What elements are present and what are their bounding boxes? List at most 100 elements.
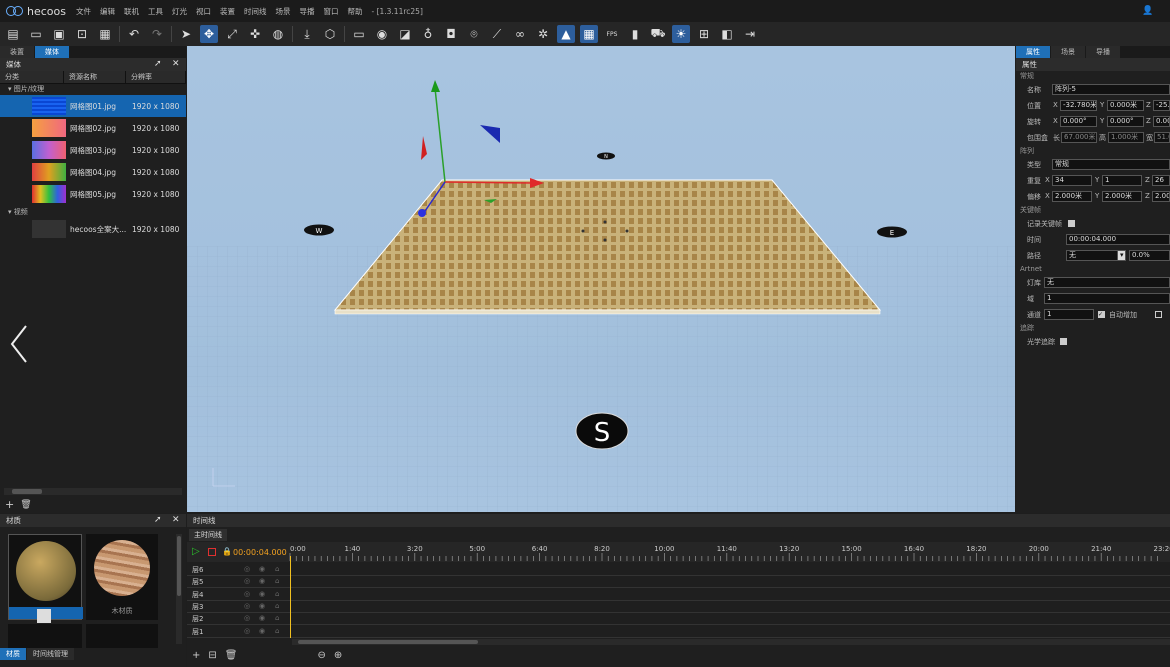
menu-timeline[interactable]: 时间线 bbox=[244, 6, 267, 17]
channel-field[interactable]: 1 bbox=[1044, 309, 1094, 320]
close-icon[interactable]: ✕ bbox=[172, 59, 180, 69]
time-ruler[interactable]: 0:00 1:40 3:20 5:00 6:40 8:20 10:00 11:40 13:20 1… bbox=[288, 542, 1170, 562]
ruler-icon[interactable]: ⟋ bbox=[488, 25, 506, 43]
list-item[interactable]: 网格图03.jpg 1920 x 1080 bbox=[0, 139, 186, 161]
lock-icon[interactable]: ⌂ bbox=[275, 565, 279, 573]
zoom-in-icon[interactable]: ⊕ bbox=[334, 650, 342, 661]
eye-icon[interactable]: ◉ bbox=[259, 614, 265, 622]
cube-icon[interactable]: ⬡ bbox=[321, 25, 339, 43]
play-icon[interactable]: ▷ bbox=[192, 546, 200, 557]
lock-icon[interactable]: ⌂ bbox=[275, 627, 279, 635]
open-icon[interactable]: ▭ bbox=[27, 25, 45, 43]
repeat-z-field[interactable]: 26 bbox=[1152, 175, 1170, 186]
export-icon[interactable]: ⇥ bbox=[741, 25, 759, 43]
eye-icon[interactable]: ◉ bbox=[259, 602, 265, 610]
lock-icon[interactable]: ⌂ bbox=[275, 590, 279, 598]
trash-icon[interactable]: 🗑 bbox=[225, 650, 238, 661]
layer-settings-icon[interactable]: ⊟ bbox=[208, 650, 216, 661]
position-x-field[interactable]: -32.780米 bbox=[1060, 100, 1097, 111]
eye-icon[interactable]: ◉ bbox=[259, 565, 265, 573]
position-z-field[interactable]: -25.5 bbox=[1153, 100, 1170, 111]
repeat-y-field[interactable]: 1 bbox=[1102, 175, 1142, 186]
playhead[interactable] bbox=[290, 556, 291, 638]
position-y-field[interactable]: 0.000米 bbox=[1107, 100, 1144, 111]
grid-icon[interactable]: ▦ bbox=[580, 25, 598, 43]
rotation-y-field[interactable]: 0.000° bbox=[1107, 116, 1144, 127]
tab-material[interactable]: 材质 bbox=[0, 648, 26, 660]
tab-scene[interactable]: 场景 bbox=[1051, 46, 1085, 58]
name-field[interactable]: 阵列-5 bbox=[1052, 84, 1170, 95]
material-item-selected[interactable] bbox=[8, 534, 83, 623]
camera-icon[interactable]: ◎ bbox=[244, 627, 250, 635]
camera-icon[interactable]: ◘ bbox=[442, 25, 460, 43]
import-icon[interactable]: ⤓ bbox=[298, 25, 316, 43]
user-icon[interactable]: 👤 bbox=[1142, 6, 1153, 16]
move-icon[interactable]: ✥ bbox=[200, 25, 218, 43]
list-item[interactable]: 网格图01.jpg 1920 x 1080 bbox=[0, 95, 186, 117]
col-resolution[interactable]: 分辨率 bbox=[126, 71, 186, 83]
panel-icon[interactable]: ◧ bbox=[718, 25, 736, 43]
camera-icon[interactable]: ◎ bbox=[244, 577, 250, 585]
timeline-layer-row[interactable]: 层2 ◎ ◉ ⌂ bbox=[187, 613, 1170, 626]
gear-icon[interactable]: ✲ bbox=[534, 25, 552, 43]
transform-icon[interactable]: ✜ bbox=[246, 25, 264, 43]
fps-icon[interactable]: FPS bbox=[603, 25, 621, 43]
lock-icon[interactable]: ⌂ bbox=[275, 614, 279, 622]
extra-checkbox[interactable] bbox=[1155, 311, 1162, 318]
rotation-z-field[interactable]: 0.00 bbox=[1153, 116, 1170, 127]
auto-increment-checkbox[interactable]: ✓ bbox=[1098, 311, 1105, 318]
pin-icon[interactable]: ➚ bbox=[154, 59, 162, 69]
lock-icon[interactable]: ⌂ bbox=[275, 577, 279, 585]
chevron-down-icon[interactable]: ▾ bbox=[1117, 250, 1126, 261]
tree-group-images[interactable]: ▾ 图片/纹理 bbox=[0, 84, 186, 95]
menu-edit[interactable]: 编辑 bbox=[100, 6, 115, 17]
timeline-layer-row[interactable]: 层5 ◎ ◉ ⌂ bbox=[187, 576, 1170, 589]
list-item[interactable]: 网格图05.jpg 1920 x 1080 bbox=[0, 183, 186, 205]
material-scrollbar[interactable] bbox=[176, 534, 182, 644]
material-item[interactable] bbox=[86, 624, 158, 648]
undo-icon[interactable]: ↶ bbox=[125, 25, 143, 43]
tab-properties[interactable]: 属性 bbox=[1016, 46, 1050, 58]
focus-icon[interactable]: ⌾ bbox=[465, 25, 483, 43]
eye-icon[interactable]: ◉ bbox=[373, 25, 391, 43]
rotate-handle-icon[interactable] bbox=[480, 125, 500, 143]
list-item[interactable]: 网格图04.jpg 1920 x 1080 bbox=[0, 161, 186, 183]
library-select[interactable]: 无 bbox=[1044, 277, 1170, 288]
col-category[interactable]: 分类 bbox=[0, 71, 64, 83]
lock-icon[interactable]: ⌂ bbox=[275, 602, 279, 610]
link-icon[interactable]: ∞ bbox=[511, 25, 529, 43]
z-handle-icon[interactable] bbox=[418, 209, 426, 217]
menu-lights[interactable]: 灯光 bbox=[172, 6, 187, 17]
stop-icon[interactable] bbox=[208, 548, 216, 556]
material-item[interactable]: 木材质 bbox=[86, 534, 158, 620]
camera-icon[interactable]: ◎ bbox=[244, 614, 250, 622]
save-icon[interactable]: ▣ bbox=[50, 25, 68, 43]
tab-main-timeline[interactable]: 主时间线 bbox=[189, 529, 227, 541]
3d-viewport[interactable]: N W E S bbox=[187, 46, 1015, 512]
camera-icon[interactable]: ◎ bbox=[244, 602, 250, 610]
zoom-out-icon[interactable]: ⊖ bbox=[317, 650, 325, 661]
list-item[interactable]: 网格图02.jpg 1920 x 1080 bbox=[0, 117, 186, 139]
scene-canvas[interactable]: N W E S bbox=[187, 46, 1015, 512]
menu-online[interactable]: 联机 bbox=[124, 6, 139, 17]
eye-icon[interactable]: ◉ bbox=[259, 577, 265, 585]
weather-icon[interactable]: ☀ bbox=[672, 25, 690, 43]
new-file-icon[interactable]: ▤ bbox=[4, 25, 22, 43]
rocket-icon[interactable]: ▲ bbox=[557, 25, 575, 43]
trash-icon[interactable]: 🗑 bbox=[20, 500, 31, 510]
close-icon[interactable]: ✕ bbox=[172, 515, 180, 525]
array-object[interactable] bbox=[333, 179, 882, 311]
menu-scene[interactable]: 场景 bbox=[275, 6, 290, 17]
menu-window[interactable]: 窗口 bbox=[323, 6, 338, 17]
menu-device[interactable]: 装置 bbox=[220, 6, 235, 17]
col-name[interactable]: 资源名称 bbox=[64, 71, 126, 83]
layout-icon[interactable]: ⊞ bbox=[695, 25, 713, 43]
y-axis-handle[interactable] bbox=[434, 87, 446, 183]
tree-group-videos[interactable]: ▾ 视频 bbox=[0, 207, 186, 218]
camera-icon[interactable]: ◎ bbox=[244, 590, 250, 598]
timeline-layer-row[interactable]: 层3 ◎ ◉ ⌂ bbox=[187, 601, 1170, 613]
monitor-icon[interactable]: ◪ bbox=[396, 25, 414, 43]
menu-director[interactable]: 导播 bbox=[299, 6, 314, 17]
tab-media[interactable]: 媒体 bbox=[35, 46, 69, 58]
redo-icon[interactable]: ↷ bbox=[148, 25, 166, 43]
